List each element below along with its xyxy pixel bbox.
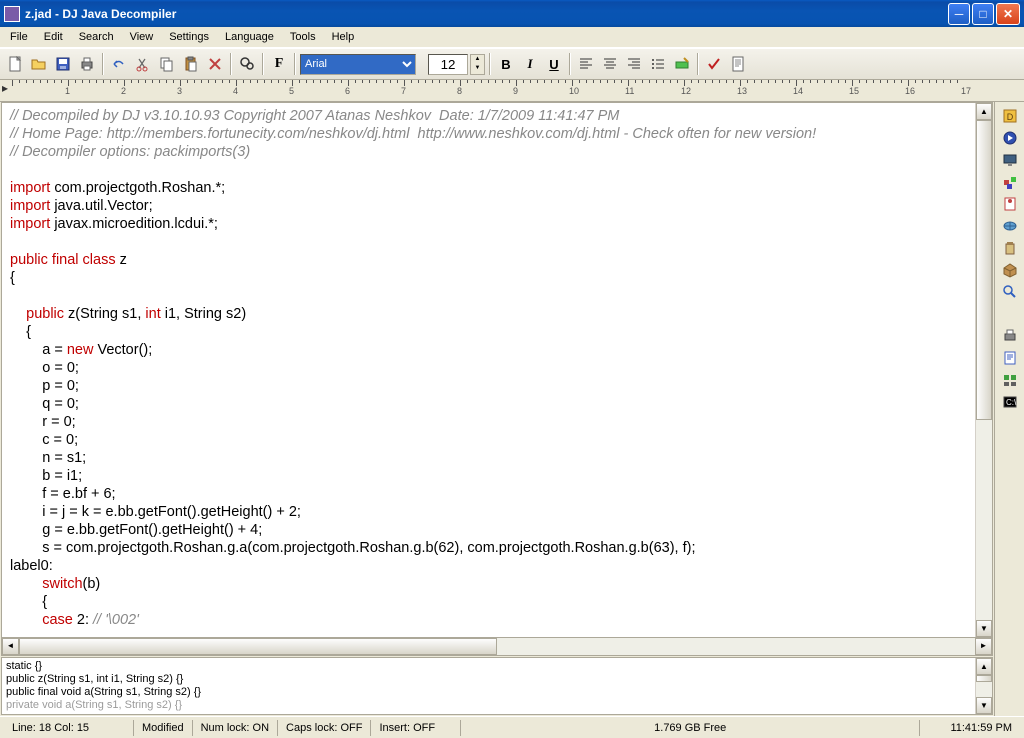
menu-file[interactable]: File bbox=[2, 29, 36, 45]
status-time: 11:41:59 PM bbox=[920, 720, 1020, 736]
ruler: ▸ 1234567891011121314151617 bbox=[0, 80, 1024, 102]
decompile-icon[interactable]: D bbox=[999, 106, 1021, 126]
outline-item[interactable]: private void a(String s1, String s2) {} bbox=[6, 699, 971, 712]
scroll-left-icon[interactable]: ◄ bbox=[2, 638, 19, 655]
package-icon[interactable] bbox=[999, 260, 1021, 280]
outline-item[interactable]: public z(String s1, int i1, String s2) {… bbox=[6, 673, 971, 686]
outline-item[interactable]: static {} bbox=[6, 660, 971, 673]
font-size-input[interactable] bbox=[428, 54, 468, 75]
check-icon[interactable] bbox=[703, 53, 725, 75]
title-bar: z.jad - DJ Java Decompiler ─ □ ✕ bbox=[0, 0, 1024, 27]
editor-hscroll[interactable]: ◄ ► bbox=[1, 638, 993, 656]
menu-settings[interactable]: Settings bbox=[161, 29, 217, 45]
document-icon[interactable] bbox=[727, 53, 749, 75]
editor-vscroll[interactable]: ▲ ▼ bbox=[975, 103, 992, 637]
cut-icon[interactable] bbox=[132, 53, 154, 75]
status-capslock: Caps lock: OFF bbox=[278, 720, 371, 736]
code-editor[interactable]: // Decompiled by DJ v3.10.10.93 Copyrigh… bbox=[2, 103, 975, 637]
scroll-down-icon[interactable]: ▼ bbox=[976, 697, 992, 714]
find-icon[interactable] bbox=[236, 53, 258, 75]
console-icon[interactable]: C:\ bbox=[999, 392, 1021, 412]
menu-tools[interactable]: Tools bbox=[282, 29, 324, 45]
svg-text:C:\: C:\ bbox=[1006, 398, 1017, 407]
status-insert: Insert: OFF bbox=[371, 720, 461, 736]
jar-icon[interactable] bbox=[999, 238, 1021, 258]
bullet-list-icon[interactable] bbox=[647, 53, 669, 75]
outline-vscroll[interactable]: ▲ ▼ bbox=[975, 658, 992, 714]
minimize-button[interactable]: ─ bbox=[948, 3, 970, 25]
status-bar: Line: 18 Col: 15 Modified Num lock: ON C… bbox=[0, 716, 1024, 738]
font-icon[interactable]: F bbox=[268, 53, 290, 75]
copy-icon[interactable] bbox=[156, 53, 178, 75]
menu-search[interactable]: Search bbox=[71, 29, 122, 45]
menu-bar: File Edit Search View Settings Language … bbox=[0, 27, 1024, 48]
open-file-icon[interactable] bbox=[28, 53, 50, 75]
run-icon[interactable] bbox=[999, 128, 1021, 148]
svg-text:D: D bbox=[1006, 112, 1013, 122]
save-icon[interactable] bbox=[52, 53, 74, 75]
paste-icon[interactable] bbox=[180, 53, 202, 75]
menu-edit[interactable]: Edit bbox=[36, 29, 71, 45]
outline-panel[interactable]: static {}public z(String s1, int i1, Str… bbox=[2, 658, 975, 714]
undo-icon[interactable] bbox=[108, 53, 130, 75]
tools-icon[interactable] bbox=[999, 172, 1021, 192]
highlight-icon[interactable] bbox=[671, 53, 693, 75]
scroll-up-icon[interactable]: ▲ bbox=[976, 658, 992, 675]
scroll-up-icon[interactable]: ▲ bbox=[976, 103, 992, 120]
status-modified: Modified bbox=[134, 720, 193, 736]
menu-language[interactable]: Language bbox=[217, 29, 282, 45]
italic-icon[interactable]: I bbox=[519, 53, 541, 75]
scroll-down-icon[interactable]: ▼ bbox=[976, 620, 992, 637]
search-icon[interactable] bbox=[999, 282, 1021, 302]
font-name-select[interactable]: Arial bbox=[300, 54, 416, 75]
app-icon bbox=[4, 6, 20, 22]
maximize-button[interactable]: □ bbox=[972, 3, 994, 25]
status-diskfree: 1.769 GB Free bbox=[461, 720, 920, 736]
registry-icon[interactable] bbox=[999, 370, 1021, 390]
align-center-icon[interactable] bbox=[599, 53, 621, 75]
scroll-right-icon[interactable]: ► bbox=[975, 638, 992, 655]
menu-view[interactable]: View bbox=[122, 29, 162, 45]
side-toolbar: D C:\ bbox=[994, 102, 1024, 716]
toolbar: F Arial ▲▼ B I U bbox=[0, 48, 1024, 80]
status-position: Line: 18 Col: 15 bbox=[4, 720, 134, 736]
menu-help[interactable]: Help bbox=[324, 29, 363, 45]
delete-icon[interactable] bbox=[204, 53, 226, 75]
printer-icon[interactable] bbox=[999, 326, 1021, 346]
print-icon[interactable] bbox=[76, 53, 98, 75]
status-numlock: Num lock: ON bbox=[193, 720, 278, 736]
font-size-spinner[interactable]: ▲▼ bbox=[470, 54, 485, 75]
underline-icon[interactable]: U bbox=[543, 53, 565, 75]
new-file-icon[interactable] bbox=[4, 53, 26, 75]
window-title: z.jad - DJ Java Decompiler bbox=[25, 7, 948, 21]
outline-item[interactable]: public final void a(String s1, String s2… bbox=[6, 686, 971, 699]
monitor-icon[interactable] bbox=[999, 150, 1021, 170]
align-right-icon[interactable] bbox=[623, 53, 645, 75]
close-button[interactable]: ✕ bbox=[996, 3, 1020, 25]
class-icon[interactable] bbox=[999, 194, 1021, 214]
browser-icon[interactable] bbox=[999, 216, 1021, 236]
align-left-icon[interactable] bbox=[575, 53, 597, 75]
bold-icon[interactable]: B bbox=[495, 53, 517, 75]
notepad-icon[interactable] bbox=[999, 348, 1021, 368]
